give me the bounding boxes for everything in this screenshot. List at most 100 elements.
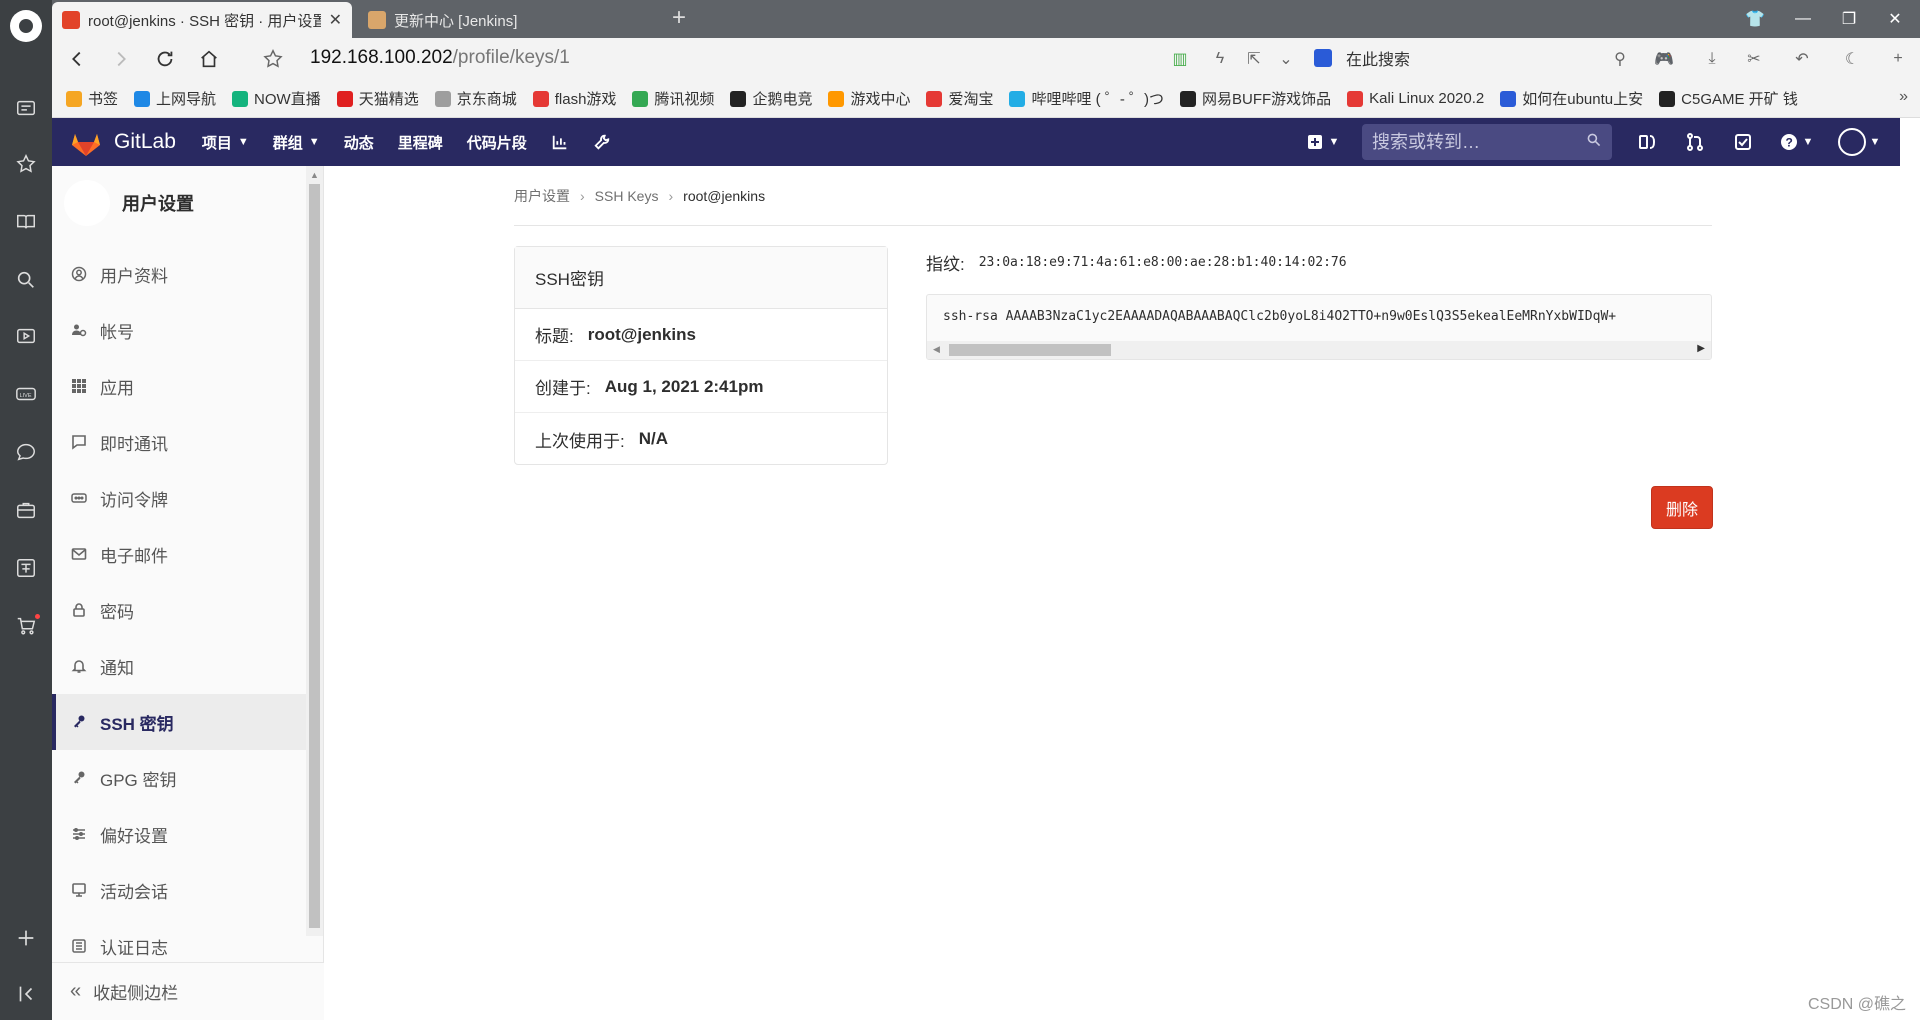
book-icon[interactable] xyxy=(0,202,52,242)
new-tab-icon[interactable]: + xyxy=(672,4,686,32)
breadcrumb-current[interactable]: root@jenkins xyxy=(683,188,765,204)
bookmark-item[interactable]: 企鹅电竞 xyxy=(730,88,812,109)
bookmark-item[interactable]: 哔哩哔哩 ( ゜- ゜)つ xyxy=(1009,88,1164,109)
breadcrumb-user-settings[interactable]: 用户设置 xyxy=(514,186,570,206)
collapse-sidebar-button[interactable]: « 收起侧边栏 xyxy=(52,962,324,1020)
browser-logo-icon[interactable] xyxy=(10,10,42,42)
url-field[interactable]: 192.168.100.202/profile/keys/1 xyxy=(310,47,570,69)
home-icon[interactable] xyxy=(194,44,224,74)
window-close-icon[interactable]: ✕ xyxy=(1872,0,1918,38)
bookmark-item[interactable]: 游戏中心 xyxy=(828,88,910,109)
undo-icon[interactable]: ↶ xyxy=(1790,47,1814,71)
menu-milestones[interactable]: 里程碑 xyxy=(398,132,443,153)
scroll-up-icon[interactable]: ▲ xyxy=(310,170,319,180)
gitlab-brand[interactable]: GitLab xyxy=(70,127,176,157)
translate-icon[interactable] xyxy=(0,548,52,588)
horizontal-scrollbar[interactable]: ◀ ▶ xyxy=(927,341,1711,359)
chat-bubble-icon[interactable] xyxy=(0,432,52,472)
chart-icon[interactable] xyxy=(551,133,569,151)
sidebar-item[interactable]: 通知 xyxy=(52,638,306,694)
search-icon[interactable]: ⚲ xyxy=(1608,47,1632,71)
breadcrumb-ssh-keys[interactable]: SSH Keys xyxy=(595,188,659,204)
video-icon[interactable] xyxy=(0,316,52,356)
add-icon[interactable] xyxy=(0,918,52,958)
add-icon[interactable]: + xyxy=(1886,47,1910,71)
briefcase-icon[interactable] xyxy=(0,490,52,530)
cart-icon[interactable] xyxy=(0,606,52,646)
tab-jenkins[interactable]: 更新中心 [Jenkins] xyxy=(358,2,658,38)
bookmark-item[interactable]: NOW直播 xyxy=(232,88,321,109)
merge-request-icon[interactable] xyxy=(1680,127,1710,157)
restore-icon[interactable]: ❐ xyxy=(1826,0,1872,38)
issues-board-icon[interactable] xyxy=(1632,127,1662,157)
moon-icon[interactable]: ☾ xyxy=(1840,47,1864,71)
collapse-rail-icon[interactable] xyxy=(0,974,52,1014)
bookmark-item[interactable]: Kali Linux 2020.2 xyxy=(1347,90,1484,107)
bookmark-item[interactable]: 腾讯视频 xyxy=(632,88,714,109)
reader-icon[interactable] xyxy=(0,88,52,128)
sidebar-item[interactable]: 即时通讯 xyxy=(52,414,306,470)
sidebar-item[interactable]: GPG 密钥 xyxy=(52,750,306,806)
star-icon[interactable] xyxy=(0,144,52,184)
scroll-right-icon[interactable]: ▶ xyxy=(1697,343,1705,354)
wrench-icon[interactable] xyxy=(593,133,611,151)
sidebar-item[interactable]: 活动会话 xyxy=(52,862,306,918)
help-icon[interactable]: ? ▼ xyxy=(1776,127,1816,157)
sidebar-scrollbar[interactable]: ▲ xyxy=(306,166,323,936)
search-icon[interactable] xyxy=(0,260,52,300)
back-icon[interactable] xyxy=(62,44,92,74)
user-menu[interactable]: ▼ xyxy=(1834,127,1884,157)
browser-search[interactable]: 在此搜索 xyxy=(1314,46,1410,70)
bookmark-item[interactable]: flash游戏 xyxy=(532,88,616,109)
scrollbar-thumb[interactable] xyxy=(949,344,1111,356)
sidebar-item[interactable]: 访问令牌 xyxy=(52,470,306,526)
reader-mode-icon[interactable]: ▥ xyxy=(1168,47,1192,71)
share-icon[interactable]: ⇱ xyxy=(1242,47,1266,71)
gamepad-icon[interactable]: 🎮 xyxy=(1652,47,1676,71)
menu-projects[interactable]: 项目 ▼ xyxy=(202,132,249,153)
bookmark-item[interactable]: 京东商城 xyxy=(434,88,517,109)
tab-gitlab[interactable]: root@jenkins · SSH 密钥 · 用户设置 ✕ xyxy=(52,2,352,38)
menu-groups[interactable]: 群组 ▼ xyxy=(273,132,320,153)
sidebar-item[interactable]: 密码 xyxy=(52,582,306,638)
bookmark-item[interactable]: C5GAME 开矿 钱 xyxy=(1659,88,1798,109)
lock-icon xyxy=(70,601,88,619)
ssh-key-text-box[interactable]: ssh-rsa AAAAB3NzaC1yc2EAAAADAQABAAABAQCl… xyxy=(926,294,1712,360)
delete-button[interactable]: 删除 xyxy=(1651,486,1713,529)
bookmark-item[interactable]: 天猫精选 xyxy=(336,88,419,109)
more-bookmarks-icon[interactable]: » xyxy=(1899,88,1908,106)
sidebar-item[interactable]: 用户资料 xyxy=(52,246,306,302)
sidebar-header[interactable]: 用户设置 xyxy=(64,180,194,226)
bookmark-item[interactable]: 上网导航 xyxy=(134,88,216,109)
scissors-icon[interactable]: ✂ xyxy=(1742,47,1766,71)
reload-icon[interactable] xyxy=(150,44,180,74)
bookmark-item[interactable]: 爱淘宝 xyxy=(926,88,993,109)
menu-snippets[interactable]: 代码片段 xyxy=(467,132,527,153)
scroll-left-icon[interactable]: ◀ xyxy=(933,344,940,355)
bookmark-item[interactable]: 书签 xyxy=(66,88,118,109)
chevron-down-icon[interactable]: ⌄ xyxy=(1274,47,1298,71)
sidebar-item[interactable]: SSH 密钥 xyxy=(52,694,306,750)
sidebar-item[interactable]: 电子邮件 xyxy=(52,526,306,582)
menu-activity[interactable]: 动态 xyxy=(344,132,374,153)
scrollbar-thumb[interactable] xyxy=(309,184,320,928)
gitlab-search[interactable] xyxy=(1362,124,1612,160)
todo-icon[interactable] xyxy=(1728,127,1758,157)
shirt-icon[interactable]: 👕 xyxy=(1732,0,1778,38)
minimize-icon[interactable]: — xyxy=(1780,0,1826,38)
search-icon xyxy=(1586,132,1602,153)
new-item-icon[interactable]: ▼ xyxy=(1300,127,1344,157)
close-icon[interactable]: ✕ xyxy=(329,10,342,30)
sidebar-item[interactable]: 偏好设置 xyxy=(52,806,306,862)
lightning-icon[interactable]: ϟ xyxy=(1208,47,1232,71)
menu-label: 动态 xyxy=(343,134,374,152)
bookmark-item[interactable]: 网易BUFF游戏饰品 xyxy=(1179,88,1331,109)
bookmark-item[interactable]: 如何在ubuntu上安 xyxy=(1500,88,1643,109)
forward-icon[interactable] xyxy=(106,44,136,74)
live-icon[interactable]: LIVE xyxy=(0,374,52,414)
bookmark-star-icon[interactable] xyxy=(258,44,288,74)
gitlab-search-input[interactable] xyxy=(1372,131,1572,153)
sidebar-item[interactable]: 应用 xyxy=(52,358,306,414)
sidebar-item[interactable]: 帐号 xyxy=(52,302,306,358)
download-icon[interactable]: ⤓ xyxy=(1700,47,1724,71)
